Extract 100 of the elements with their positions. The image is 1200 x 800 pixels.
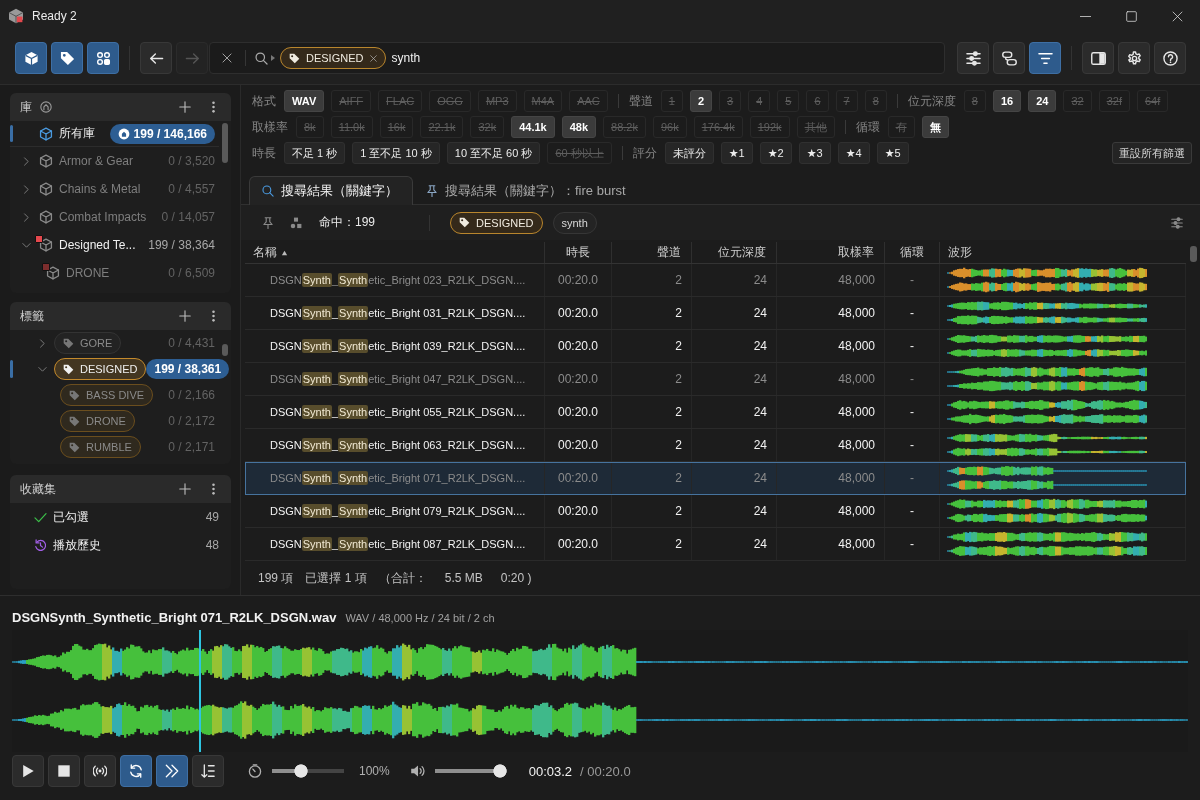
filter-option[interactable]: 1 至不足 10 秒 [352,142,440,164]
filter-label: 取樣率 [252,118,288,136]
library-name[interactable]: 所有庫 [59,125,95,142]
search-token[interactable]: DESIGNED [280,47,387,69]
column-header[interactable]: 循環 [885,242,940,263]
toolbar-button[interactable] [87,42,119,74]
column-header[interactable]: 位元深度 [692,242,777,263]
add-button[interactable] [177,307,193,325]
broadcast-button[interactable] [84,755,116,787]
filter-label: 時長 [252,144,276,162]
filter-label: 聲道 [628,92,653,110]
plus-icon [179,483,191,495]
toolbar-button[interactable] [1082,42,1114,74]
search-field[interactable]: DESIGNED synth [209,42,945,74]
filter-option[interactable]: ★5 [876,142,909,164]
back-button[interactable] [140,42,172,74]
scrollbar[interactable] [222,344,228,356]
table-cell: 00:20.0 [545,264,612,296]
toolbar-button[interactable] [1118,42,1150,74]
column-header[interactable]: 聲道 [612,242,692,263]
toolbar-button[interactable] [993,42,1025,74]
current-time: 00:03.2 [528,763,573,779]
filter-option[interactable]: 不足 1 秒 [284,142,346,164]
collection-name[interactable]: 已勾選 [53,508,89,526]
collection-name[interactable]: 播放歷史 [53,536,101,554]
add-button[interactable] [177,98,193,116]
tag-item[interactable]: BASS DIVE [60,384,154,406]
grid-icon [95,50,111,66]
plus-icon [179,310,191,322]
table-cell: 2 [612,396,692,428]
filter-option[interactable]: 10 至不足 60 秒 [446,142,541,164]
scrollbar[interactable] [1189,246,1197,262]
total-time: / 00:20.0 [580,763,631,779]
broadcast-icon [93,764,107,778]
clear-button[interactable] [219,50,235,66]
search-token[interactable]: synth [552,211,597,234]
chevron-down-icon[interactable] [21,240,31,250]
chevron-down-icon[interactable] [37,364,47,374]
filter-option[interactable]: 無 [921,116,949,138]
cube-icon [23,50,39,66]
table-cell: - [885,330,940,362]
tag-item[interactable]: DRONE [60,410,135,432]
library-name[interactable]: Designed Te... [59,238,136,252]
filter-option[interactable]: 48k [561,116,597,138]
filter-option[interactable]: ★3 [798,142,831,164]
table-cell: DSGNSynth_Synthetic_Bright 023_R2LK_DSGN.... [245,264,545,296]
history-icon [34,538,47,552]
column-header[interactable]: 取樣率 [777,242,885,263]
status-text: 5.5 MB [444,571,483,585]
play-button[interactable] [12,755,44,787]
filter-option[interactable]: 2 [689,90,712,112]
stop-button[interactable] [48,755,80,787]
library-name[interactable]: Chains & Metal [59,182,141,196]
filter-option[interactable]: 44.1k [511,116,555,138]
filter-option[interactable]: 16 [992,90,1022,112]
loop-button[interactable] [120,755,152,787]
table-cell: 24 [692,429,777,461]
column-header[interactable]: 波形 [940,242,1186,263]
filter-option[interactable]: 未評分 [664,142,714,164]
shapes-icon [290,216,302,229]
pin-icon [426,185,438,197]
status-text: 199 項 [258,569,294,587]
chevron-right-icon[interactable] [21,184,31,194]
chevron-right-icon[interactable] [21,156,31,166]
library-name[interactable]: DRONE [66,266,110,280]
column-header[interactable]: 名稱 [245,242,545,263]
table-cell: 48,000 [777,363,885,395]
count-text: 0 / 4,431 [168,336,215,350]
library-name[interactable]: Combat Impacts [59,210,147,224]
toolbar-button[interactable] [15,42,47,74]
chevron-right-icon[interactable] [37,338,47,348]
filter-option[interactable]: ★4 [837,142,870,164]
library-name[interactable]: Armor & Gear [59,154,133,168]
scrollbar[interactable] [222,123,228,163]
tag-item[interactable]: DESIGNED [54,358,147,380]
play-icon [21,764,35,778]
search-token[interactable]: DESIGNED [450,211,543,234]
filter-option[interactable]: 24 [1028,90,1057,112]
toolbar-button[interactable] [1154,42,1186,74]
reset-filters-button[interactable]: 重設所有篩選 [1112,142,1192,164]
count-text: 0 / 14,057 [161,210,215,224]
toolbar-button[interactable] [1029,42,1061,74]
filter-option[interactable]: ★2 [759,142,792,164]
toolbar-button[interactable] [51,42,83,74]
filter-option[interactable]: WAV [284,90,325,112]
tag-item[interactable]: GORE [54,332,122,354]
toolbar-button[interactable] [957,42,989,74]
chevron-right-icon[interactable] [21,212,31,222]
table-cell: 24 [692,396,777,428]
tag-item[interactable]: RUMBLE [60,436,141,458]
column-header[interactable]: 時長 [545,242,612,263]
sort-button[interactable] [192,755,224,787]
tab[interactable]: 搜尋結果（關鍵字） [249,176,413,205]
add-button[interactable] [177,480,193,498]
playhead[interactable] [199,630,202,752]
tab[interactable]: 搜尋結果（關鍵字）：fire burst [413,176,641,205]
fast-forward-button[interactable] [156,755,188,787]
count-text: 199 / 146,166 [133,126,207,141]
tag-icon [63,337,74,349]
filter-option[interactable]: ★1 [720,142,753,164]
